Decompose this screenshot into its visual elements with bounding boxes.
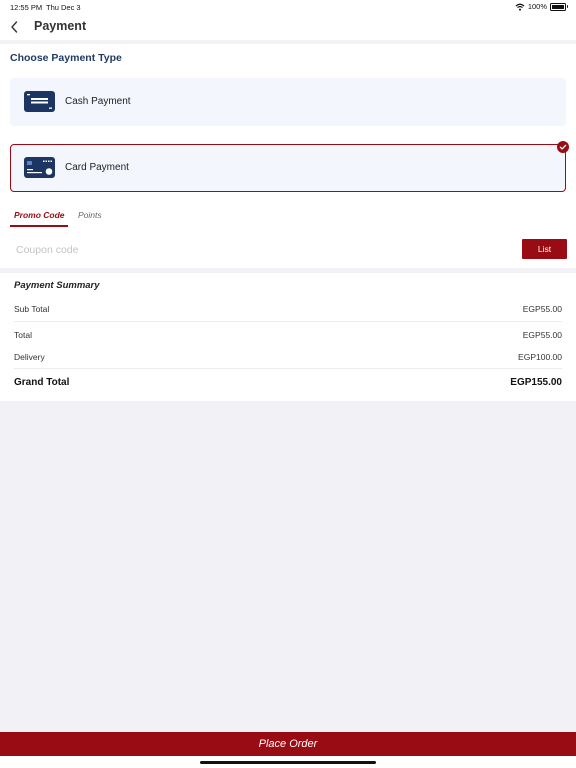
tab-promo-code[interactable]: Promo Code [14,210,65,220]
status-bar: 12:55 PM Thu Dec 3 100% [0,0,576,14]
payment-type-panel: Choose Payment Type Cash Payment Card Pa… [0,44,576,268]
credit-card-icon [24,157,55,178]
place-order-button[interactable]: Place Order [0,732,576,756]
grand-total-label: Grand Total [14,377,70,388]
battery-icon [550,2,568,11]
payment-summary-panel: Payment Summary Sub Total EGP55.00 Total… [0,273,576,401]
summary-row-total: Total EGP55.00 [14,330,562,340]
cash-payment-label: Cash Payment [65,96,131,107]
summary-value: EGP55.00 [522,330,562,340]
divider [14,321,562,322]
back-button[interactable] [6,18,24,36]
chevron-left-icon [11,21,18,33]
grand-total-value: EGP155.00 [510,377,562,388]
tab-points[interactable]: Points [78,210,102,220]
wifi-icon [515,3,525,11]
summary-row-sub-total: Sub Total EGP55.00 [14,304,562,314]
active-tab-indicator [10,225,68,227]
status-date: Thu Dec 3 [46,3,81,12]
check-circle-icon [557,140,569,153]
summary-row-grand-total: Grand Total EGP155.00 [14,377,562,388]
page-title: Payment [34,19,87,33]
card-payment-option[interactable]: Card Payment [10,141,569,192]
coupon-list-button[interactable]: List [522,239,567,259]
coupon-code-input[interactable] [16,242,316,258]
status-time: 12:55 PM [10,3,43,12]
summary-label: Total [14,330,32,340]
cash-icon [24,91,55,112]
section-title: Choose Payment Type [10,52,122,64]
status-right-group: 100% [515,2,568,11]
summary-label: Delivery [14,352,45,362]
battery-percent: 100% [527,2,547,11]
summary-row-delivery: Delivery EGP100.00 [14,352,562,362]
summary-value: EGP100.00 [518,352,562,362]
summary-title: Payment Summary [14,280,100,291]
divider [14,368,562,369]
summary-label: Sub Total [14,304,50,314]
summary-value: EGP55.00 [522,304,562,314]
cash-payment-option[interactable]: Cash Payment [10,78,566,126]
card-payment-label: Card Payment [65,162,129,173]
nav-bar: Payment [0,14,576,40]
home-indicator [200,761,376,764]
